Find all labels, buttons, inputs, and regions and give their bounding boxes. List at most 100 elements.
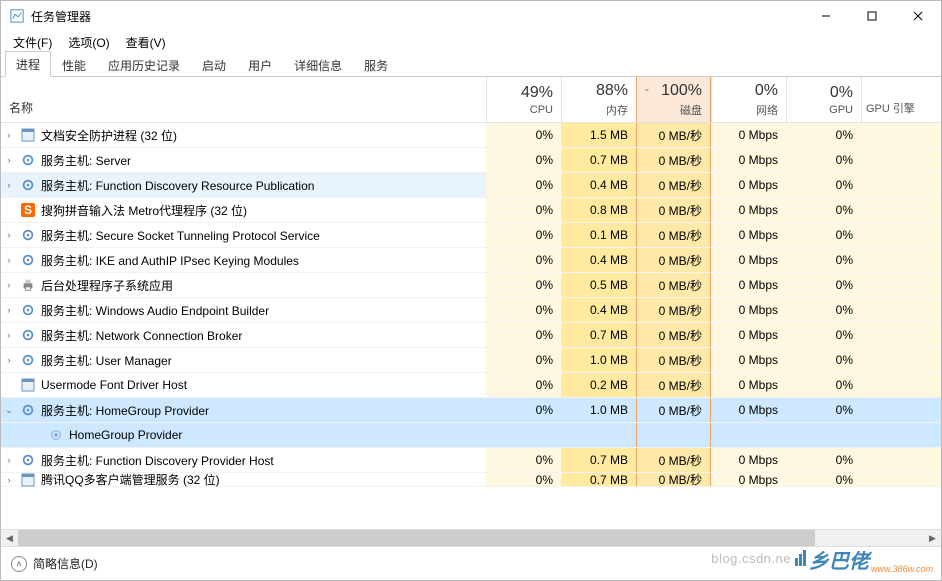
col-disk[interactable]: ⌄100%磁盘 — [636, 77, 711, 122]
expand-icon[interactable]: › — [1, 230, 17, 240]
disk-pct: 100% — [661, 82, 702, 100]
process-row[interactable]: ›服务主机: IKE and AuthIP IPsec Keying Modul… — [1, 248, 941, 273]
col-memory[interactable]: 88%内存 — [561, 77, 636, 122]
process-row[interactable]: ›后台处理程序子系统应用0%0.5 MB0 MB/秒0 Mbps0% — [1, 273, 941, 298]
cell-mem: 0.7 MB — [561, 148, 636, 172]
app-icon — [19, 377, 37, 393]
gear-icon — [19, 227, 37, 243]
process-name: 服务主机: Secure Socket Tunneling Protocol S… — [41, 227, 320, 244]
menu-view[interactable]: 查看(V) — [120, 32, 172, 53]
expand-icon[interactable]: › — [1, 475, 17, 485]
close-button[interactable] — [895, 1, 941, 31]
col-gpu-engine[interactable]: GPU 引擎 — [861, 77, 941, 122]
cell-disk: 0 MB/秒 — [636, 173, 711, 197]
maximize-button[interactable] — [849, 1, 895, 31]
cell-net: 0 Mbps — [711, 223, 786, 247]
cell-cpu: 0% — [486, 223, 561, 247]
collapse-icon[interactable]: ⌄ — [1, 405, 17, 416]
cell-mem: 0.4 MB — [561, 298, 636, 322]
tab-1[interactable]: 性能 — [51, 52, 97, 77]
menu-file[interactable]: 文件(F) — [7, 32, 58, 53]
expand-icon[interactable]: › — [1, 130, 17, 140]
process-row[interactable]: HomeGroup Provider — [1, 423, 941, 448]
expand-icon[interactable]: › — [1, 355, 17, 365]
expand-icon[interactable]: › — [1, 455, 17, 465]
process-row[interactable]: › 服务主机: Secure Socket Tunneling Protocol … — [1, 223, 941, 248]
col-name[interactable]: 名称 — [1, 77, 486, 122]
expand-icon[interactable]: › — [1, 155, 17, 165]
fewer-details-button[interactable]: ˄ 简略信息(D) — [11, 555, 98, 572]
cell-gpu: 0% — [786, 398, 861, 422]
process-row[interactable]: ›服务主机: Function Discovery Provider Host 0… — [1, 448, 941, 473]
gear-icon — [19, 302, 37, 318]
cell-gpu: 0% — [786, 348, 861, 372]
cell-gpu: 0% — [786, 173, 861, 197]
scroll-track[interactable] — [18, 530, 924, 547]
process-name-cell: 腾讯QQ多客户端管理服务 (32 位) — [17, 471, 486, 488]
cell-net: 0 Mbps — [711, 298, 786, 322]
process-row[interactable]: ›腾讯QQ多客户端管理服务 (32 位)0%0.7 MB0 MB/秒0 Mbps… — [1, 473, 941, 487]
cell-disk: 0 MB/秒 — [636, 398, 711, 422]
process-row[interactable]: Usermode Font Driver Host0%0.2 MB0 MB/秒0… — [1, 373, 941, 398]
process-name-cell: 服务主机: Server — [17, 152, 486, 169]
process-name: Usermode Font Driver Host — [41, 378, 187, 392]
cell-disk: 0 MB/秒 — [636, 348, 711, 372]
process-row[interactable]: ›服务主机: Windows Audio Endpoint Builder0%0… — [1, 298, 941, 323]
svc-icon — [47, 427, 65, 443]
cell-cpu: 0% — [486, 198, 561, 222]
gpu-lbl: GPU — [829, 104, 853, 116]
cell-cpu: 0% — [486, 298, 561, 322]
tab-4[interactable]: 用户 — [237, 52, 283, 77]
process-name: 后台处理程序子系统应用 — [41, 277, 173, 294]
cell-gpu-engine — [861, 398, 941, 422]
process-row[interactable]: ›服务主机: Server0%0.7 MB0 MB/秒0 Mbps0% — [1, 148, 941, 173]
scroll-thumb[interactable] — [18, 530, 815, 547]
process-name-cell: 服务主机: Function Discovery Provider Host — [17, 452, 486, 469]
cell-gpu-engine — [861, 223, 941, 247]
minimize-button[interactable] — [803, 1, 849, 31]
expand-icon[interactable]: › — [1, 305, 17, 315]
cell-mem — [561, 423, 636, 447]
menu-options[interactable]: 选项(O) — [62, 32, 115, 53]
cell-net: 0 Mbps — [711, 148, 786, 172]
scroll-right-icon[interactable]: ▶ — [924, 530, 941, 547]
col-cpu[interactable]: 49%CPU — [486, 77, 561, 122]
expand-icon[interactable]: › — [1, 180, 17, 190]
process-row[interactable]: ›服务主机: Function Discovery Resource Publi… — [1, 173, 941, 198]
expand-icon[interactable]: › — [1, 280, 17, 290]
cell-cpu: 0% — [486, 148, 561, 172]
mem-pct: 88% — [596, 82, 628, 100]
cell-cpu — [486, 423, 561, 447]
process-name-cell: 服务主机: Secure Socket Tunneling Protocol S… — [17, 227, 486, 244]
cell-gpu: 0% — [786, 223, 861, 247]
col-gpu[interactable]: 0%GPU — [786, 77, 861, 122]
process-row[interactable]: S搜狗拼音输入法 Metro代理程序 (32 位)0%0.8 MB0 MB/秒0… — [1, 198, 941, 223]
cell-gpu: 0% — [786, 448, 861, 472]
cell-disk: 0 MB/秒 — [636, 373, 711, 397]
fewer-details-label: 简略信息(D) — [33, 555, 98, 572]
cell-mem: 0.1 MB — [561, 223, 636, 247]
scroll-left-icon[interactable]: ◀ — [1, 530, 18, 547]
tab-3[interactable]: 启动 — [191, 52, 237, 77]
cell-mem: 0.4 MB — [561, 248, 636, 272]
cell-disk: 0 MB/秒 — [636, 473, 711, 486]
cpu-pct: 49% — [521, 84, 553, 102]
process-name-cell: 服务主机: Function Discovery Resource Public… — [17, 177, 486, 194]
horizontal-scrollbar[interactable]: ◀ ▶ — [1, 529, 941, 546]
process-name-cell: 服务主机: User Manager — [17, 352, 486, 369]
process-row[interactable]: ⌄服务主机: HomeGroup Provider0%1.0 MB0 MB/秒0… — [1, 398, 941, 423]
cell-gpu: 0% — [786, 323, 861, 347]
expand-icon[interactable]: › — [1, 330, 17, 340]
process-row[interactable]: ›服务主机: Network Connection Broker0%0.7 MB… — [1, 323, 941, 348]
process-row[interactable]: ›服务主机: User Manager0%1.0 MB0 MB/秒0 Mbps0… — [1, 348, 941, 373]
tab-2[interactable]: 应用历史记录 — [97, 52, 191, 77]
tab-5[interactable]: 详细信息 — [283, 52, 353, 77]
process-row[interactable]: ›文档安全防护进程 (32 位)0%1.5 MB0 MB/秒0 Mbps0% — [1, 123, 941, 148]
cell-net: 0 Mbps — [711, 173, 786, 197]
cell-cpu: 0% — [486, 398, 561, 422]
cell-disk: 0 MB/秒 — [636, 223, 711, 247]
tab-0[interactable]: 进程 — [5, 51, 51, 77]
expand-icon[interactable]: › — [1, 255, 17, 265]
tab-6[interactable]: 服务 — [353, 52, 399, 77]
col-network[interactable]: 0%网络 — [711, 77, 786, 122]
